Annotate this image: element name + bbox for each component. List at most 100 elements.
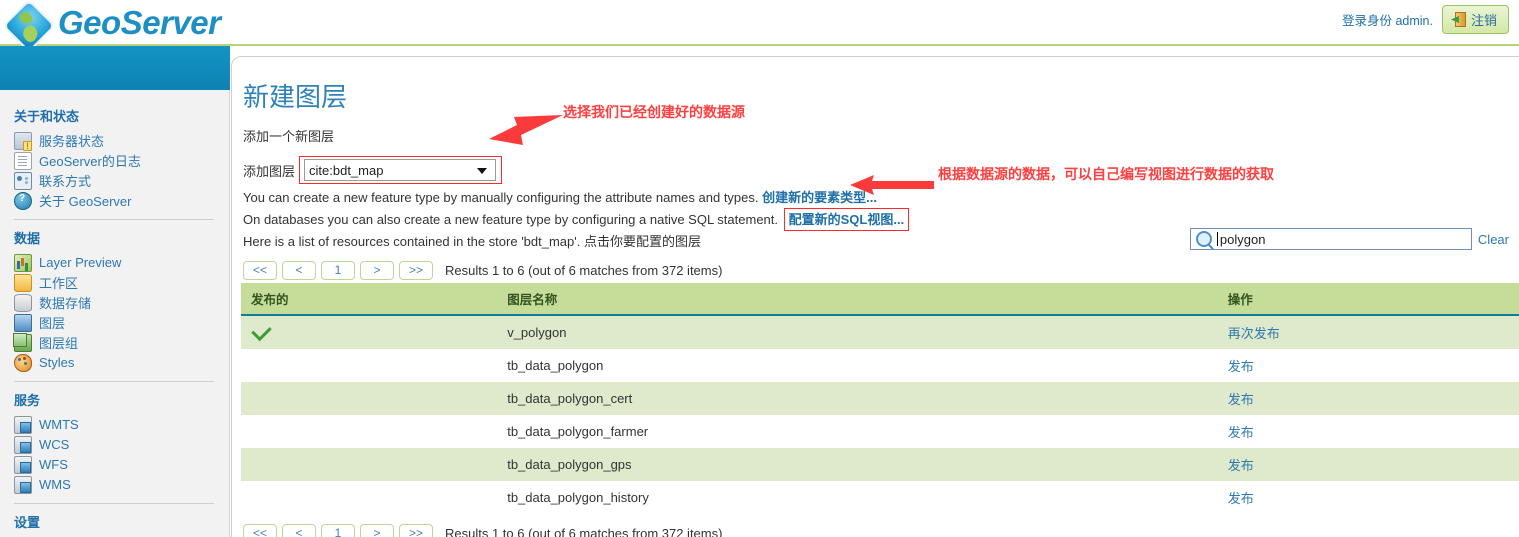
- table-row: tb_data_polygon_history 发布: [241, 481, 1519, 514]
- globe-icon: [0, 0, 59, 53]
- sidebar-item-label: WCS: [39, 437, 70, 452]
- sidebar-item-server-status[interactable]: 服务器状态: [14, 131, 229, 151]
- annotation-arrow-left-1: [489, 115, 563, 145]
- sidebar-item-label: 数据存储: [39, 296, 92, 311]
- contact-card-icon: [14, 171, 32, 190]
- sidebar-item-wcs[interactable]: WCS: [14, 435, 229, 454]
- sidebar-item-label: WFS: [39, 457, 68, 472]
- sidebar-item-about-geoserver[interactable]: 关于 GeoServer: [14, 191, 229, 210]
- publish-link[interactable]: 发布: [1228, 359, 1254, 374]
- sidebar-item-contact[interactable]: 联系方式: [14, 171, 229, 190]
- description-tail-3: 点击你要配置的图层: [583, 234, 701, 249]
- column-header-published[interactable]: 发布的: [241, 283, 498, 316]
- table-row: tb_data_polygon_cert 发布: [241, 382, 1519, 415]
- description-text-1: You can create a new feature type by man…: [243, 190, 759, 205]
- sidebar-item-label: WMS: [39, 477, 71, 492]
- pager-first-button[interactable]: <<: [243, 524, 277, 537]
- pager-page-1-button[interactable]: 1: [321, 524, 355, 537]
- pager-last-button[interactable]: >>: [399, 261, 433, 280]
- publish-link[interactable]: 发布: [1228, 458, 1254, 473]
- logout-label: 注销: [1470, 13, 1497, 28]
- sidebar-divider: [14, 219, 214, 220]
- clear-search-link[interactable]: Clear: [1478, 232, 1509, 247]
- pager-page-1-button[interactable]: 1: [321, 261, 355, 280]
- page-subtitle: 添加一个新图层: [243, 129, 335, 144]
- chevron-down-icon: [477, 168, 488, 174]
- column-header-action[interactable]: 操作: [1217, 283, 1519, 316]
- service-wms-icon: [14, 475, 32, 494]
- brand-title: GeoServer: [58, 4, 221, 41]
- sidebar-item-datastores[interactable]: 数据存储: [14, 293, 229, 312]
- cell-layer-name: tb_data_polygon_gps: [507, 457, 632, 472]
- table-header-row: 发布的 图层名称 操作: [241, 283, 1519, 316]
- sidebar-item-layergroups[interactable]: 图层组: [13, 332, 229, 352]
- pager-prev-button[interactable]: <: [282, 261, 316, 280]
- logout-door-icon: [1451, 12, 1466, 27]
- sidebar-item-label: Layer Preview: [39, 255, 122, 270]
- sidebar-group-title-about: 关于和状态: [14, 109, 80, 124]
- cell-action: 发布: [1218, 448, 1519, 481]
- sidebar-item-label: WMTS: [39, 417, 79, 432]
- sidebar-divider: [14, 503, 214, 504]
- cell-action: 发布: [1218, 481, 1519, 514]
- cell-published: [241, 415, 497, 448]
- log-document-icon: [14, 151, 32, 170]
- sidebar-item-wms[interactable]: WMS: [14, 475, 229, 494]
- cell-action: 发布: [1218, 415, 1519, 448]
- republish-link[interactable]: 再次发布: [1228, 326, 1280, 341]
- service-wcs-icon: [14, 435, 32, 454]
- table-row: tb_data_polygon 发布: [241, 349, 1519, 382]
- page-title: 新建图层: [243, 82, 348, 112]
- cell-action: 发布: [1218, 382, 1519, 415]
- sidebar-item-geoserver-logs[interactable]: GeoServer的日志: [14, 151, 229, 170]
- sidebar-item-wfs[interactable]: WFS: [14, 455, 229, 474]
- sidebar-item-layers[interactable]: 图层: [14, 313, 229, 332]
- logo-link[interactable]: GeoServer: [2, 0, 221, 53]
- layergroup-stack-icon: [13, 332, 32, 352]
- logout-button[interactable]: 注销: [1441, 5, 1509, 34]
- styles-palette-icon: [14, 353, 32, 372]
- sidebar-item-workspaces[interactable]: 工作区: [14, 273, 229, 292]
- search-input[interactable]: polygon: [1189, 228, 1472, 250]
- search-magnifier-icon: [1195, 231, 1212, 247]
- configure-sql-view-link[interactable]: 配置新的SQL视图...: [789, 212, 905, 227]
- pager-next-button[interactable]: >: [360, 524, 394, 537]
- sidebar-item-wmts[interactable]: WMTS: [14, 415, 229, 434]
- sidebar-item-styles[interactable]: Styles: [14, 353, 229, 372]
- pager-next-button[interactable]: >: [360, 261, 394, 280]
- column-header-layer-name[interactable]: 图层名称: [497, 283, 1218, 316]
- annotation-arrow-left-2: [850, 175, 934, 195]
- pager-first-button[interactable]: <<: [243, 261, 277, 280]
- sidebar-item-layer-preview[interactable]: Layer Preview: [14, 253, 229, 272]
- login-area: 登录身份 admin. 注销: [1342, 5, 1509, 34]
- cell-published: [241, 481, 497, 514]
- sidebar-item-label: 图层组: [39, 336, 79, 351]
- sql-view-highlight: 配置新的SQL视图...: [783, 208, 910, 231]
- pager-last-button[interactable]: >>: [399, 524, 433, 537]
- cell-published: [241, 315, 497, 349]
- layer-square-icon: [14, 313, 32, 332]
- sidebar-item-label: 联系方式: [39, 174, 92, 189]
- layer-preview-icon: [14, 253, 32, 272]
- publish-link[interactable]: 发布: [1228, 491, 1254, 506]
- sidebar: 关于和状态 服务器状态 GeoServer的日志 联系方式 关于 GeoServ…: [0, 90, 230, 537]
- store-select-value: cite:bdt_map: [309, 162, 384, 178]
- search-area: polygon Clear: [1189, 228, 1509, 250]
- table-row: tb_data_polygon_farmer 发布: [241, 415, 1519, 448]
- publish-link[interactable]: 发布: [1228, 425, 1254, 440]
- pager-prev-button[interactable]: <: [282, 524, 316, 537]
- publish-link[interactable]: 发布: [1228, 392, 1254, 407]
- table-row: tb_data_polygon_gps 发布: [241, 448, 1519, 481]
- layers-table: 发布的 图层名称 操作 v_polygon 再次发布 tb_data_polyg…: [241, 283, 1519, 514]
- annotation-datasource-text: 选择我们已经创建好的数据源: [563, 104, 745, 120]
- sidebar-item-label: 图层: [39, 316, 66, 331]
- cell-layer-name: tb_data_polygon_cert: [507, 391, 633, 406]
- cell-action: 发布: [1218, 349, 1519, 382]
- sidebar-item-label: 关于 GeoServer: [39, 194, 132, 209]
- store-select[interactable]: cite:bdt_map: [304, 159, 497, 181]
- table-row: v_polygon 再次发布: [241, 315, 1519, 349]
- text-caret: [1216, 232, 1218, 246]
- cell-published: [241, 349, 497, 382]
- sidebar-item-label: 工作区: [39, 276, 79, 291]
- sidebar-item-label: Styles: [39, 355, 75, 370]
